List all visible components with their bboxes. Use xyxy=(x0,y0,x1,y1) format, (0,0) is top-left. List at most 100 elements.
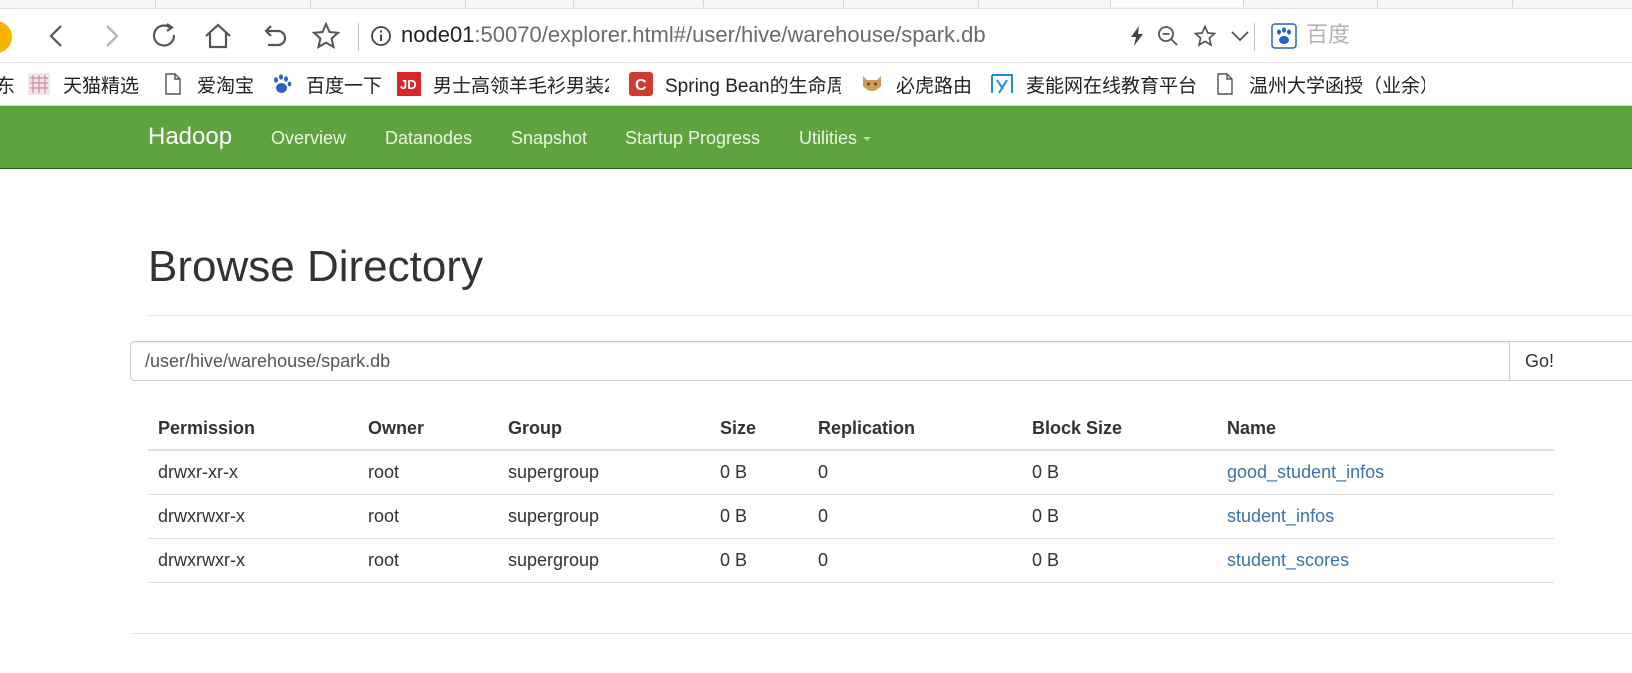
directory-link[interactable]: student_infos xyxy=(1227,506,1334,526)
tmall-icon xyxy=(28,73,50,95)
hadoop-navbar: Hadoop Overview Datanodes Snapshot Start… xyxy=(0,106,1632,169)
browser-tab[interactable] xyxy=(843,0,979,7)
column-header-name[interactable]: Name xyxy=(1217,407,1554,451)
browser-tab[interactable] xyxy=(465,0,574,7)
bookmark-item[interactable]: 百度一下 xyxy=(270,70,382,98)
favorite-button[interactable] xyxy=(1192,23,1218,49)
directory-link[interactable]: good_student_infos xyxy=(1227,462,1384,482)
browser-tab[interactable] xyxy=(155,0,311,7)
browser-tab[interactable] xyxy=(1512,0,1632,7)
cell-owner: root xyxy=(358,450,498,495)
cell-name: good_student_infos xyxy=(1217,450,1554,495)
star-icon xyxy=(1193,24,1217,47)
column-header-block-size[interactable]: Block Size xyxy=(1022,407,1217,451)
bookmark-label: 麦能网在线教育平台 xyxy=(1026,75,1198,97)
bookmark-item[interactable]: C Spring Bean的生命周 xyxy=(629,70,841,98)
directory-input[interactable] xyxy=(130,341,1510,381)
svg-text:JD: JD xyxy=(400,77,417,92)
nav-overview[interactable]: Overview xyxy=(271,126,346,150)
reload-button[interactable] xyxy=(148,19,182,53)
cell-group: supergroup xyxy=(498,538,710,583)
zoom-out-icon xyxy=(1158,26,1178,46)
table-row: drwxrwxr-x root supergroup 0 B 0 0 B stu… xyxy=(148,538,1554,583)
bookmark-item[interactable]: 必虎路由 xyxy=(860,70,972,98)
bookmark-item[interactable]: 爱淘宝 xyxy=(161,70,254,98)
column-header-size[interactable]: Size xyxy=(710,407,808,451)
cell-size: 0 B xyxy=(710,494,808,539)
browser-tab[interactable] xyxy=(1377,0,1513,7)
divider xyxy=(148,315,1632,316)
directory-link[interactable]: student_scores xyxy=(1227,550,1349,570)
address-bar[interactable]: node01:50070/explorer.html#/user/hive/wa… xyxy=(401,21,986,49)
cell-group: supergroup xyxy=(498,494,710,539)
dropdown-button[interactable] xyxy=(1227,23,1253,49)
forward-button[interactable] xyxy=(94,19,128,53)
bookmark-label: 爱淘宝 xyxy=(197,75,255,97)
back-arrow-icon xyxy=(49,25,62,47)
undo-close-tab-button[interactable] xyxy=(256,19,290,53)
bookmark-label: 天猫精选 xyxy=(63,75,140,97)
info-icon[interactable] xyxy=(370,25,392,47)
browser-tab[interactable] xyxy=(310,0,466,7)
cell-owner: root xyxy=(358,538,498,583)
cell-name: student_infos xyxy=(1217,494,1554,539)
browser-tab[interactable] xyxy=(703,0,844,7)
bookmark-label: Spring Bean的生命周 xyxy=(665,75,841,97)
bookmark-item[interactable]: 天猫精选 xyxy=(27,70,139,98)
cell-replication: 0 xyxy=(808,494,1022,539)
bookmark-item[interactable]: 温州大学函授（业余） xyxy=(1213,70,1425,98)
column-header-permission[interactable]: Permission xyxy=(148,407,358,451)
bookmark-item[interactable]: 东 xyxy=(0,70,20,98)
baidu-paw-icon[interactable] xyxy=(1271,23,1297,49)
nav-datanodes[interactable]: Datanodes xyxy=(385,126,472,150)
column-header-replication[interactable]: Replication xyxy=(808,407,1022,451)
bookmarks-bar: 东 天猫精选 爱淘宝 百度一下 JD 男士高领羊毛衫男装2 C Spring B… xyxy=(0,63,1632,106)
browser-tab[interactable] xyxy=(0,0,156,7)
maineng-icon xyxy=(991,74,1013,94)
bookmark-item[interactable]: JD 男士高领羊毛衫男装2 xyxy=(397,70,609,98)
toolbar-separator xyxy=(1254,23,1255,51)
page-icon xyxy=(1217,73,1233,95)
tiger-icon xyxy=(863,76,881,91)
browser-tab[interactable] xyxy=(978,0,1111,7)
jd-icon: JD xyxy=(397,72,421,96)
bookmark-star-button[interactable] xyxy=(309,19,343,53)
cell-permission: drwxrwxr-x xyxy=(148,494,358,539)
lightning-button[interactable] xyxy=(1124,23,1150,49)
search-engine-box[interactable]: 百度 xyxy=(1306,21,1350,49)
nav-startup-progress[interactable]: Startup Progress xyxy=(625,126,760,150)
directory-table: Permission Owner Group Size Replication … xyxy=(148,407,1554,583)
bookmark-item[interactable]: 麦能网在线教育平台 xyxy=(990,70,1197,98)
bookmark-label: 东 xyxy=(0,75,16,97)
go-button[interactable]: Go! xyxy=(1509,341,1632,381)
column-header-owner[interactable]: Owner xyxy=(358,407,498,451)
url-path: :50070/explorer.html#/user/hive/warehous… xyxy=(474,22,986,47)
cell-permission: drwxrwxr-x xyxy=(148,538,358,583)
browser-tab-active[interactable] xyxy=(1110,0,1244,7)
cell-block-size: 0 B xyxy=(1022,494,1217,539)
cell-group: supergroup xyxy=(498,450,710,495)
nav-snapshot[interactable]: Snapshot xyxy=(511,126,587,150)
url-host: node01 xyxy=(401,22,475,47)
cell-block-size: 0 B xyxy=(1022,538,1217,583)
baidu-paw-icon xyxy=(274,74,292,93)
lightning-icon xyxy=(1131,26,1143,46)
home-button[interactable] xyxy=(201,19,235,53)
column-header-group[interactable]: Group xyxy=(498,407,710,451)
profile-avatar[interactable] xyxy=(0,21,12,53)
back-button[interactable] xyxy=(40,19,74,53)
brand-link[interactable]: Hadoop xyxy=(148,122,232,152)
nav-utilities-dropdown[interactable]: Utilities xyxy=(799,126,872,150)
browser-tab[interactable] xyxy=(1242,0,1378,7)
cell-size: 0 B xyxy=(710,538,808,583)
table-row: drwxr-xr-x root supergroup 0 B 0 0 B goo… xyxy=(148,450,1554,495)
table-row: drwxrwxr-x root supergroup 0 B 0 0 B stu… xyxy=(148,494,1554,539)
browser-tab[interactable] xyxy=(573,0,704,7)
c-icon: C xyxy=(629,72,653,96)
undo-icon xyxy=(264,25,287,47)
zoom-out-button[interactable] xyxy=(1155,23,1181,49)
nav-utilities-label: Utilities xyxy=(799,128,858,148)
reload-icon xyxy=(152,23,176,47)
bookmark-label: 百度一下 xyxy=(306,75,383,97)
cell-owner: root xyxy=(358,494,498,539)
